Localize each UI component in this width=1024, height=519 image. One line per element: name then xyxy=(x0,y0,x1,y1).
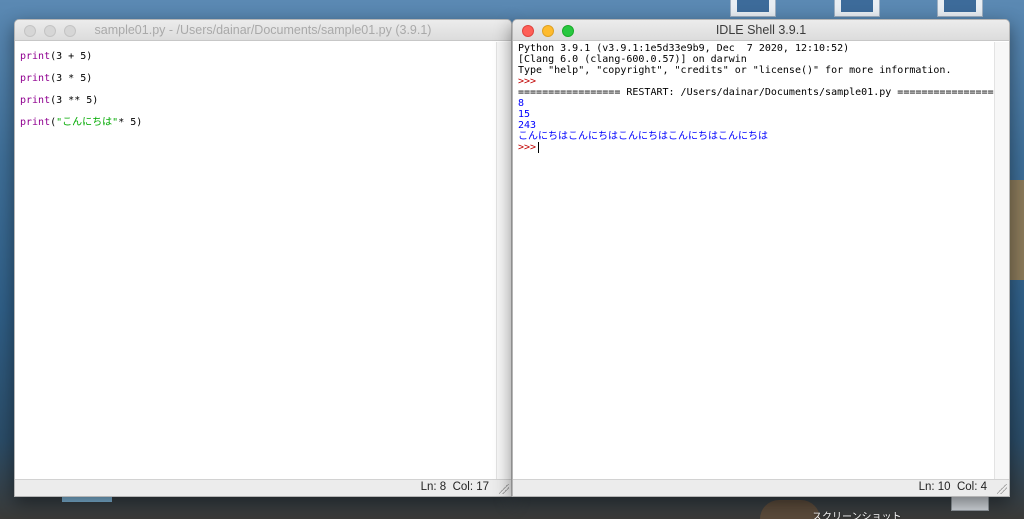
cursor-position: Ln: 8 Col: 17 xyxy=(421,481,489,493)
editor-title: sample01.py - /Users/dainar/Documents/sa… xyxy=(94,23,432,37)
cursor-position: Ln: 10 Col: 4 xyxy=(919,481,987,493)
output-line: こんにちはこんにちはこんにちはこんにちはこんにちは xyxy=(518,131,768,142)
keyword-token: print xyxy=(20,51,51,62)
shell-prompt: >>> xyxy=(518,142,537,153)
code-line[interactable]: print(3 * 5) xyxy=(20,72,496,94)
shell-window: IDLE Shell 3.9.1 Python 3.9.1 (v3.9.1:1e… xyxy=(512,19,1010,497)
column-number: Col: 4 xyxy=(956,481,987,493)
code-line[interactable]: print(3 + 5) xyxy=(20,50,496,72)
editor-statusbar: Ln: 8 Col: 17 xyxy=(15,479,511,496)
close-button[interactable] xyxy=(522,25,534,37)
desktop-wallpaper-rock xyxy=(1010,180,1024,280)
editor-text-area[interactable]: print(3 + 5) print(3 * 5) print(3 ** 5) … xyxy=(15,42,496,479)
desktop-screenshot-thumbnail[interactable] xyxy=(834,0,880,17)
desktop-item-label[interactable]: スクリーンショット xyxy=(812,508,902,519)
restart-line: ================= RESTART: /Users/dainar… xyxy=(518,87,1000,98)
minimize-button[interactable] xyxy=(44,25,56,37)
editor-window: sample01.py - /Users/dainar/Documents/sa… xyxy=(14,19,512,497)
shell-title: IDLE Shell 3.9.1 xyxy=(715,23,807,37)
keyword-token: print xyxy=(20,73,51,84)
keyword-token: print xyxy=(20,95,51,106)
shell-titlebar[interactable]: IDLE Shell 3.9.1 xyxy=(513,20,1009,41)
shell-text-area[interactable]: Python 3.9.1 (v3.9.1:1e5d33e9b9, Dec 7 2… xyxy=(513,42,1000,479)
zoom-button[interactable] xyxy=(562,25,574,37)
banner-line: Type "help", "copyright", "credits" or "… xyxy=(518,65,952,76)
editor-scrollbar[interactable] xyxy=(496,42,511,479)
banner-line: Python 3.9.1 (v3.9.1:1e5d33e9b9, Dec 7 2… xyxy=(518,43,850,54)
banner-line: [Clang 6.0 (clang-600.0.57)] on darwin xyxy=(518,54,747,65)
code-token: (3 + 5) xyxy=(50,51,93,62)
window-controls xyxy=(24,25,76,37)
text-cursor xyxy=(538,142,540,153)
line-number: Ln: 8 xyxy=(420,481,447,493)
output-line: 8 xyxy=(518,98,525,109)
desktop-screenshot-thumbnail[interactable] xyxy=(730,0,776,17)
code-line[interactable]: print(3 ** 5) xyxy=(20,94,496,116)
close-button[interactable] xyxy=(24,25,36,37)
column-number: Col: 17 xyxy=(452,481,489,493)
desktop-drive-icon[interactable] xyxy=(951,495,989,511)
shell-scrollbar[interactable] xyxy=(994,42,1009,479)
desktop-wallpaper-rock xyxy=(760,500,820,519)
output-line: 15 xyxy=(518,109,531,120)
line-number: Ln: 10 xyxy=(918,481,951,493)
code-token: * 5) xyxy=(118,117,143,128)
shell-statusbar: Ln: 10 Col: 4 xyxy=(513,479,1009,496)
output-line: 243 xyxy=(518,120,537,131)
input-line[interactable]: >>> xyxy=(518,142,994,153)
desktop-screenshot-thumbnail[interactable] xyxy=(937,0,983,17)
shell-prompt: >>> xyxy=(518,76,537,87)
resize-grip-icon[interactable] xyxy=(997,484,1007,494)
code-token: (3 ** 5) xyxy=(50,95,99,106)
minimize-button[interactable] xyxy=(542,25,554,37)
resize-grip-icon[interactable] xyxy=(499,484,509,494)
editor-titlebar[interactable]: sample01.py - /Users/dainar/Documents/sa… xyxy=(15,20,511,41)
zoom-button[interactable] xyxy=(64,25,76,37)
string-token: "こんにちは" xyxy=(56,117,119,128)
keyword-token: print xyxy=(20,117,51,128)
code-line[interactable]: print("こんにちは"* 5) xyxy=(20,116,496,138)
window-controls xyxy=(522,25,574,37)
code-token: (3 * 5) xyxy=(50,73,93,84)
